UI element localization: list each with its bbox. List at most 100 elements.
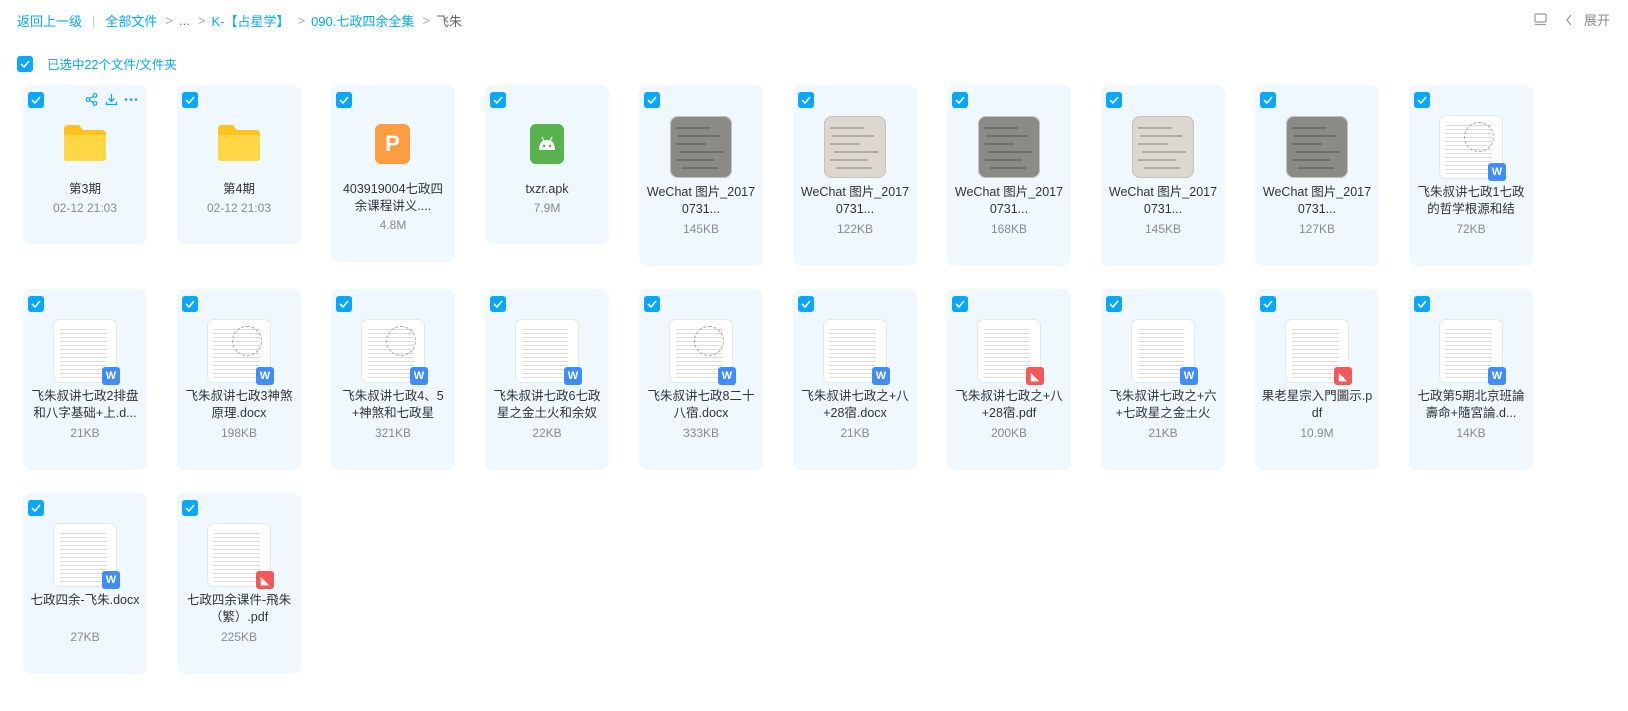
word-doc-icon: W [410, 367, 428, 385]
word-doc-icon: W [102, 571, 120, 589]
file-checkbox[interactable] [28, 296, 44, 312]
file-card[interactable]: W 七政第5期北京班論壽命+隨宮論.d... 14KB [1409, 289, 1533, 470]
file-checkbox[interactable] [1260, 92, 1276, 108]
file-checkbox[interactable] [952, 92, 968, 108]
file-card[interactable]: WeChat 图片_20170731... 145KB [1101, 85, 1225, 266]
file-card[interactable]: W 飞朱叔讲七政2排盘和八字基础+上.d... 21KB [23, 289, 147, 470]
document-thumbnail: ◣ [978, 320, 1044, 385]
more-icon[interactable] [124, 92, 138, 106]
file-meta: 21KB [70, 426, 100, 440]
file-name: 七政四余-飞朱.docx [30, 593, 140, 607]
document-thumbnail: W [1132, 320, 1198, 385]
document-thumbnail: W [516, 320, 582, 385]
file-checkbox[interactable] [182, 296, 198, 312]
file-checkbox[interactable] [1106, 92, 1122, 108]
file-checkbox[interactable] [644, 92, 660, 108]
file-meta: 127KB [1298, 222, 1336, 236]
breadcrumb-k-folder[interactable]: K-【占星学】 [211, 11, 289, 30]
file-name: 403919004七政四余课程讲义.... [342, 182, 444, 213]
file-meta: 145KB [682, 222, 720, 236]
file-card[interactable]: W 七政四余-飞朱.docx 27KB [23, 493, 147, 674]
select-all-checkbox[interactable] [17, 55, 33, 72]
folder-icon [216, 123, 262, 163]
file-card[interactable]: ◣ 果老星宗入門圖示.pdf 10.9M [1255, 289, 1379, 470]
file-meta: 02-12 21:03 [52, 201, 118, 215]
file-card[interactable]: W 飞朱叔讲七政之+六+七政星之金土火 21KB [1101, 289, 1225, 470]
file-checkbox[interactable] [182, 92, 198, 108]
chevron-right-icon: > [422, 13, 430, 28]
file-checkbox[interactable] [336, 92, 352, 108]
document-thumbnail: W [54, 524, 120, 589]
file-meta: 02-12 21:03 [206, 201, 272, 215]
image-thumbnail [1286, 116, 1348, 178]
breadcrumb-ellipsis[interactable]: ... [179, 13, 190, 28]
file-checkbox[interactable] [490, 92, 506, 108]
file-checkbox[interactable] [1260, 296, 1276, 312]
layout-icon[interactable] [1534, 13, 1548, 27]
file-name: 飞朱叔讲七政1七政的哲学根源和结 [1417, 185, 1525, 216]
document-thumbnail: W [824, 320, 890, 385]
file-name: 飞朱叔讲七政之+六+七政星之金土火 [1109, 389, 1217, 420]
file-card[interactable]: ◣ 七政四余课件-飛朱（繁）.pdf 225KB [177, 493, 301, 674]
breadcrumb-parent-folder[interactable]: 090.七政四余全集 [311, 11, 414, 30]
share-icon[interactable] [84, 92, 98, 106]
file-card[interactable]: txzr.apk 7.9M [485, 85, 609, 244]
file-card[interactable]: W 飞朱叔讲七政1七政的哲学根源和结 72KB [1409, 85, 1533, 266]
file-checkbox[interactable] [1106, 296, 1122, 312]
file-card[interactable]: 第4期 02-12 21:03 [177, 85, 301, 244]
folder-icon [62, 123, 108, 163]
file-checkbox[interactable] [952, 296, 968, 312]
breadcrumb-current: 飞朱 [435, 14, 462, 29]
breadcrumb-all-files[interactable]: 全部文件 [105, 11, 157, 30]
image-thumbnail [978, 116, 1040, 178]
file-meta: 122KB [836, 222, 874, 236]
file-card[interactable]: W 飞朱叔讲七政6七政星之金土火和余奴 22KB [485, 289, 609, 470]
chevron-right-icon: > [165, 13, 174, 28]
file-checkbox[interactable] [336, 296, 352, 312]
file-card[interactable]: P 403919004七政四余课程讲义.... 4.8M [331, 85, 455, 262]
download-icon[interactable] [104, 92, 118, 106]
apk-android-icon [530, 124, 564, 164]
file-card[interactable]: W 飞朱叔讲七政之+八+28宿.docx 21KB [793, 289, 917, 470]
file-name: 飞朱叔讲七政8二十八宿.docx [647, 389, 755, 420]
image-thumbnail [824, 116, 886, 178]
file-card[interactable]: ◣ 飞朱叔讲七政之+八+28宿.pdf 200KB [947, 289, 1071, 470]
expand-button[interactable]: 展开 [1562, 10, 1610, 29]
file-checkbox[interactable] [1414, 92, 1430, 108]
file-card[interactable]: WeChat 图片_20170731... 168KB [947, 85, 1071, 266]
file-checkbox[interactable] [644, 296, 660, 312]
document-thumbnail: W [362, 320, 428, 385]
top-bar: 返回上一级 | 全部文件 > ... > K-【占星学】 > 090.七政四余全… [0, 0, 1628, 40]
file-name: 飞朱叔讲七政2排盘和八字基础+上.d... [31, 389, 139, 420]
file-card[interactable]: WeChat 图片_20170731... 145KB [639, 85, 763, 266]
chevron-right-icon: > [297, 13, 306, 28]
file-checkbox[interactable] [1414, 296, 1430, 312]
file-card[interactable]: W 飞朱叔讲七政4、5+神煞和七政星 321KB [331, 289, 455, 470]
file-card[interactable]: WeChat 图片_20170731... 122KB [793, 85, 917, 266]
document-thumbnail: ◣ [208, 524, 274, 589]
file-checkbox[interactable] [28, 500, 44, 516]
file-meta: 168KB [990, 222, 1028, 236]
file-checkbox[interactable] [798, 296, 814, 312]
back-link[interactable]: 返回上一级 [17, 11, 82, 30]
card-actions [84, 92, 138, 106]
file-checkbox[interactable] [182, 500, 198, 516]
document-thumbnail: W [1440, 116, 1506, 181]
file-meta: 198KB [220, 426, 258, 440]
file-checkbox[interactable] [490, 296, 506, 312]
file-card[interactable]: WeChat 图片_20170731... 127KB [1255, 85, 1379, 266]
document-thumbnail: ◣ [1286, 320, 1352, 385]
file-card[interactable]: 第3期 02-12 21:03 [23, 85, 147, 244]
file-card[interactable]: W 飞朱叔讲七政3神煞原理.docx 198KB [177, 289, 301, 470]
file-name: 飞朱叔讲七政之+八+28宿.pdf [955, 389, 1063, 420]
file-name: txzr.apk [525, 182, 569, 196]
file-name: 七政第5期北京班論壽命+隨宮論.d... [1417, 389, 1525, 420]
file-meta: 14KB [1456, 426, 1486, 440]
pdf-icon: ◣ [1334, 367, 1352, 385]
file-name: 七政四余课件-飛朱（繁）.pdf [186, 593, 292, 624]
file-meta: 21KB [1148, 426, 1178, 440]
file-checkbox[interactable] [28, 92, 44, 108]
file-card[interactable]: W 飞朱叔讲七政8二十八宿.docx 333KB [639, 289, 763, 470]
file-checkbox[interactable] [798, 92, 814, 108]
file-meta: 22KB [532, 426, 562, 440]
